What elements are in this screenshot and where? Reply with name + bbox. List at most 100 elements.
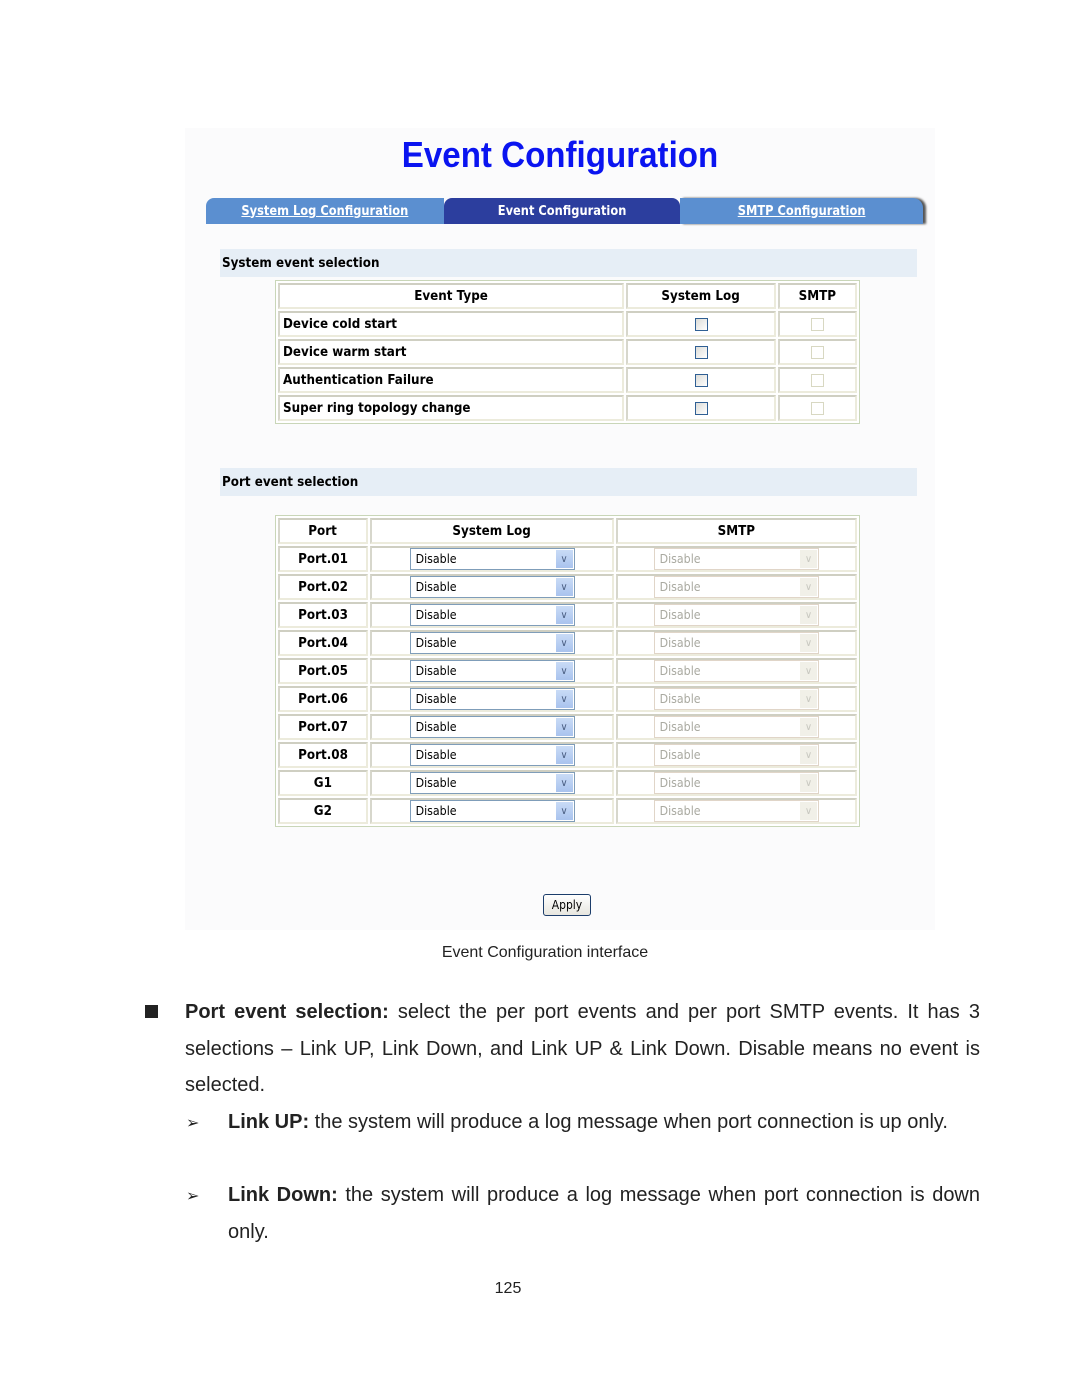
smtp-checkbox[interactable]	[811, 373, 824, 387]
select-value: Disable	[415, 664, 457, 678]
select-value: Disable	[415, 580, 457, 594]
paragraph-text: the system will produce a log message wh…	[228, 1184, 981, 1243]
event-type-cell: Super ring topology change	[278, 395, 624, 421]
chevron-down-icon[interactable]: ∨	[555, 690, 573, 708]
system-log-select[interactable]: Disable ∨	[409, 800, 575, 822]
smtp-select[interactable]: Disable ∨	[654, 576, 819, 598]
tab-label: System Log Configuration	[241, 203, 409, 219]
chevron-down-icon[interactable]: ∨	[555, 802, 573, 820]
select-value: Disable	[659, 636, 701, 650]
system-log-cell: Disable ∨	[370, 546, 614, 572]
header-smtp: SMTP	[616, 518, 857, 544]
port-event-row: Port.05 Disable ∨ Disable ∨	[278, 658, 857, 684]
port-event-table: Port System Log SMTP Port.01 Disable ∨ Disa…	[275, 515, 860, 827]
smtp-checkbox[interactable]	[811, 317, 824, 331]
tab-event-configuration[interactable]: Event Configuration	[444, 198, 680, 224]
smtp-select[interactable]: Disable ∨	[654, 688, 819, 710]
chevron-down-icon[interactable]: ∨	[555, 550, 573, 568]
chevron-down-icon[interactable]: ∨	[800, 550, 817, 568]
smtp-select[interactable]: Disable ∨	[654, 660, 819, 682]
system-log-checkbox[interactable]	[694, 317, 708, 331]
arrow-bullet-icon: ➢	[186, 1188, 200, 1205]
system-log-select[interactable]: Disable ∨	[409, 576, 575, 598]
page-number: 125	[494, 1280, 522, 1297]
smtp-select[interactable]: Disable ∨	[654, 632, 819, 654]
tab-label: Event Configuration	[497, 203, 627, 219]
smtp-select[interactable]: Disable ∨	[654, 604, 819, 626]
chevron-down-icon[interactable]: ∨	[800, 690, 817, 708]
port-event-row: Port.07 Disable ∨ Disable ∨	[278, 714, 857, 740]
select-value: Disable	[659, 580, 701, 594]
system-log-cell	[626, 339, 776, 365]
port-name-cell: Port.04	[278, 630, 368, 656]
system-log-checkbox[interactable]	[694, 401, 708, 415]
port-event-row: Port.04 Disable ∨ Disable ∨	[278, 630, 857, 656]
select-value: Disable	[415, 608, 457, 622]
port-name-cell: Port.08	[278, 742, 368, 768]
select-value: Disable	[659, 692, 701, 706]
smtp-select[interactable]: Disable ∨	[654, 772, 819, 794]
system-log-cell: Disable ∨	[370, 630, 614, 656]
system-log-cell: Disable ∨	[370, 602, 614, 628]
smtp-select[interactable]: Disable ∨	[654, 800, 819, 822]
chevron-down-icon[interactable]: ∨	[800, 802, 817, 820]
system-log-select[interactable]: Disable ∨	[409, 604, 575, 626]
system-log-select[interactable]: Disable ∨	[409, 772, 575, 794]
apply-button[interactable]: Apply	[543, 894, 591, 916]
system-log-select[interactable]: Disable ∨	[409, 744, 575, 766]
chevron-down-icon[interactable]: ∨	[555, 634, 573, 652]
port-event-row: Port.02 Disable ∨ Disable ∨	[278, 574, 857, 600]
smtp-select[interactable]: Disable ∨	[654, 744, 819, 766]
system-event-row: Device cold start	[278, 311, 857, 337]
port-name-cell: Port.07	[278, 714, 368, 740]
chevron-down-icon[interactable]: ∨	[800, 634, 817, 652]
chevron-down-icon[interactable]: ∨	[555, 606, 573, 624]
system-log-select[interactable]: Disable ∨	[409, 548, 575, 570]
select-value: Disable	[415, 720, 457, 734]
chevron-down-icon[interactable]: ∨	[800, 606, 817, 624]
chevron-down-icon[interactable]: ∨	[800, 718, 817, 736]
system-log-select[interactable]: Disable ∨	[409, 688, 575, 710]
system-log-select[interactable]: Disable ∨	[409, 632, 575, 654]
event-configuration-screenshot: Event Configuration System Log Configura…	[185, 128, 935, 930]
chevron-down-icon[interactable]: ∨	[800, 662, 817, 680]
smtp-cell: Disable ∨	[616, 602, 857, 628]
tab-smtp-configuration[interactable]: SMTP Configuration	[680, 198, 923, 224]
system-event-table: Event Type System Log SMTP Device cold s…	[275, 280, 860, 424]
system-log-checkbox[interactable]	[694, 345, 708, 359]
paragraph-text: the system will produce a log message wh…	[309, 1111, 948, 1133]
port-event-section-header: Port event selection	[220, 468, 917, 496]
system-event-row: Authentication Failure	[278, 367, 857, 393]
port-name-cell: Port.01	[278, 546, 368, 572]
smtp-select[interactable]: Disable ∨	[654, 548, 819, 570]
system-log-checkbox[interactable]	[694, 373, 708, 387]
chevron-down-icon[interactable]: ∨	[555, 746, 573, 764]
chevron-down-icon[interactable]: ∨	[555, 662, 573, 680]
port-name-cell: G1	[278, 770, 368, 796]
port-name-cell: Port.02	[278, 574, 368, 600]
event-type-cell: Authentication Failure	[278, 367, 624, 393]
chevron-down-icon[interactable]: ∨	[800, 578, 817, 596]
chevron-down-icon[interactable]: ∨	[555, 718, 573, 736]
link-up-paragraph: Link UP: the system will produce a log m…	[228, 1104, 980, 1141]
port-name-cell: Port.03	[278, 602, 368, 628]
system-log-select[interactable]: Disable ∨	[409, 660, 575, 682]
chevron-down-icon[interactable]: ∨	[555, 774, 573, 792]
system-event-section-header: System event selection	[220, 249, 917, 277]
tab-label: SMTP Configuration	[737, 203, 866, 219]
tab-system-log-configuration[interactable]: System Log Configuration	[206, 198, 444, 224]
smtp-checkbox[interactable]	[811, 401, 824, 415]
select-value: Disable	[659, 804, 701, 818]
link-down-paragraph: Link Down: the system will produce a log…	[228, 1177, 980, 1250]
select-value: Disable	[659, 608, 701, 622]
header-smtp: SMTP	[778, 283, 857, 309]
system-log-select[interactable]: Disable ∨	[409, 716, 575, 738]
header-port: Port	[278, 518, 368, 544]
smtp-cell	[778, 367, 857, 393]
chevron-down-icon[interactable]: ∨	[800, 774, 817, 792]
arrow-bullet-icon: ➢	[186, 1115, 200, 1132]
chevron-down-icon[interactable]: ∨	[800, 746, 817, 764]
chevron-down-icon[interactable]: ∨	[555, 578, 573, 596]
smtp-select[interactable]: Disable ∨	[654, 716, 819, 738]
smtp-checkbox[interactable]	[811, 345, 824, 359]
